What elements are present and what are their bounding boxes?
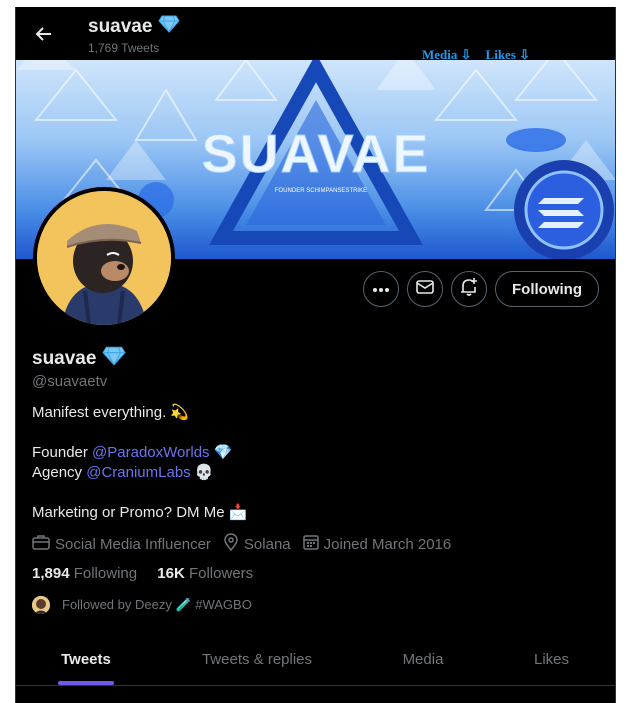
category-item: Social Media Influencer: [32, 534, 211, 554]
following-label: Following: [73, 565, 138, 582]
follow-stats: 1,894 Following 16K Followers: [32, 565, 269, 582]
profile-page: suavae 1,769 Tweets Media ⇩ Likes ⇩ SUAV…: [15, 7, 616, 703]
briefcase-icon: [32, 534, 55, 554]
mail-icon: [416, 279, 434, 299]
location-icon: [223, 533, 244, 555]
agency-line: Agency @CraniumLabs 💀: [32, 463, 214, 481]
verified-diamond-icon: [158, 15, 181, 39]
followers-label: Followers: [188, 565, 254, 582]
agency-mention-link[interactable]: @CraniumLabs: [86, 464, 190, 481]
location-text: Solana: [243, 535, 291, 553]
following-stat[interactable]: 1,894 Following: [32, 565, 137, 582]
header-name-text: suavae: [88, 16, 153, 37]
joined-item: Joined March 2016: [302, 534, 452, 554]
skull-emoji-icon: 💀: [194, 464, 214, 481]
dizzy-emoji-icon: 💫: [170, 404, 190, 421]
joined-text: Joined March 2016: [323, 535, 452, 553]
follower-avatar: [32, 596, 50, 614]
back-arrow-icon[interactable]: [32, 23, 54, 45]
more-icon: [372, 280, 390, 298]
category-text: Social Media Influencer: [55, 535, 211, 553]
profile-name-text: suavae: [32, 348, 97, 369]
bio-text: Manifest everything.: [32, 404, 167, 421]
followers-stat[interactable]: 16K Followers: [157, 565, 253, 582]
inbox-emoji-icon: 📩: [228, 504, 248, 521]
tab-likes[interactable]: Likes: [488, 633, 615, 685]
profile-tabs: Tweets Tweets & replies Media Likes: [16, 633, 615, 686]
banner-title: SUAVAE: [201, 124, 430, 184]
profile-name: suavae: [32, 346, 127, 372]
profile-meta: Social Media Influencer Solana Joined Ma…: [32, 533, 463, 555]
notify-button[interactable]: [451, 271, 487, 307]
diamond-emoji-icon: 💎: [213, 444, 233, 461]
marketing-line: Marketing or Promo? DM Me 📩: [32, 503, 247, 521]
founder-line: Founder @ParadoxWorlds 💎: [32, 443, 232, 461]
agency-label: Agency: [32, 464, 83, 481]
bio-line: Manifest everything. 💫: [32, 403, 189, 421]
calendar-icon: [302, 534, 324, 554]
founder-label: Founder: [32, 444, 88, 461]
active-tab-indicator: [58, 681, 114, 685]
marketing-text: Marketing or Promo? DM Me: [32, 504, 225, 521]
founder-mention-link[interactable]: @ParadoxWorlds: [92, 444, 210, 461]
tweet-count: 1,769 Tweets: [88, 41, 160, 55]
followed-by-text: Followed by Deezy 🧪 #WAGBO: [62, 597, 252, 612]
profile-handle: @suavaetv: [32, 373, 108, 390]
followed-by[interactable]: Followed by Deezy 🧪 #WAGBO: [32, 596, 252, 614]
tab-tweets-replies[interactable]: Tweets & replies: [156, 633, 358, 685]
verified-diamond-icon: [102, 346, 127, 372]
avatar[interactable]: [33, 187, 175, 329]
following-button[interactable]: Following: [495, 271, 599, 307]
tab-tweets[interactable]: Tweets: [16, 633, 156, 685]
notify-bell-icon: [459, 277, 479, 302]
profile-header: suavae 1,769 Tweets Media ⇩ Likes ⇩: [16, 7, 615, 62]
location-item: Solana: [223, 533, 291, 555]
header-name: suavae: [88, 15, 181, 39]
followers-count: 16K: [157, 565, 185, 582]
message-button[interactable]: [407, 271, 443, 307]
more-button[interactable]: [363, 271, 399, 307]
following-count: 1,894: [32, 565, 70, 582]
banner-subtitle: FOUNDER SCHIMPANSESTRIKE: [275, 188, 367, 194]
tab-media[interactable]: Media: [358, 633, 488, 685]
